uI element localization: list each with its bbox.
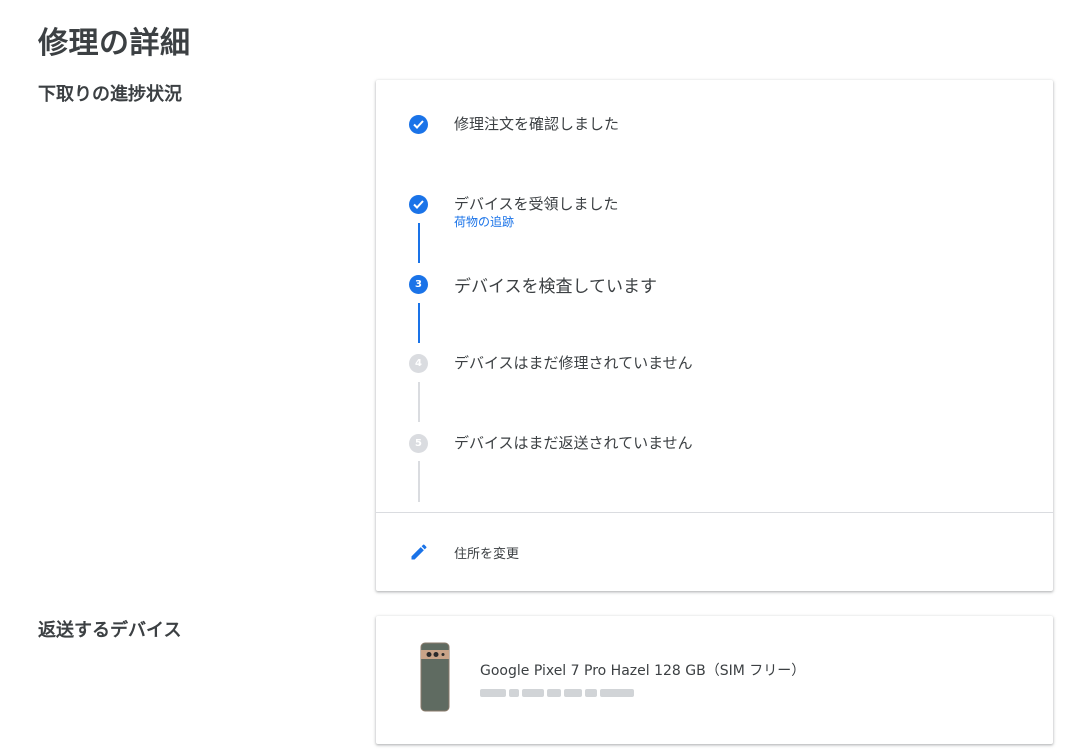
step-label: 修理注文を確認しました: [454, 115, 620, 133]
step-number-badge: 3: [409, 275, 428, 294]
track-package-link[interactable]: 荷物の追跡: [454, 213, 514, 230]
page-title: 修理の詳細: [38, 26, 191, 61]
step-number-badge: 4: [409, 354, 428, 373]
check-icon: [409, 115, 428, 134]
return-device-card: Google Pixel 7 Pro Hazel 128 GB（SIM フリー）: [376, 616, 1053, 744]
connector-4-5: [418, 461, 420, 502]
redacted-device-detail: [480, 682, 650, 697]
progress-step-1: 修理注文を確認しました: [376, 113, 1053, 137]
return-section-label: 返送するデバイス: [38, 620, 182, 641]
progress-step-2: デバイスを受領しました 荷物の追跡: [376, 193, 1053, 229]
progress-card: 修理注文を確認しました デバイスを受領しました 荷物の追跡 3 デバイスを検査し…: [376, 80, 1053, 591]
check-icon: [409, 195, 428, 214]
change-address-button[interactable]: 住所を変更: [376, 532, 1053, 572]
step-label: デバイスはまだ返送されていません: [454, 434, 693, 452]
device-name: Google Pixel 7 Pro Hazel 128 GB（SIM フリー）: [480, 663, 806, 679]
step-label: デバイスを検査しています: [454, 277, 657, 297]
connector-2-3: [418, 303, 420, 343]
phone-image: [420, 642, 450, 712]
divider: [376, 512, 1053, 513]
step-label: デバイスを受領しました: [454, 195, 619, 213]
change-address-label: 住所を変更: [454, 547, 520, 562]
connector-1-2: [418, 223, 420, 263]
progress-step-4: 4 デバイスはまだ修理されていません: [376, 352, 1053, 376]
edit-pencil-icon: [409, 542, 429, 562]
progress-section-label: 下取りの進捗状況: [38, 84, 182, 105]
connector-3-4: [418, 382, 420, 422]
progress-step-3: 3 デバイスを検査しています: [376, 273, 1053, 297]
step-label: デバイスはまだ修理されていません: [454, 354, 693, 372]
progress-step-5: 5 デバイスはまだ返送されていません: [376, 432, 1053, 456]
step-number-badge: 5: [409, 434, 428, 453]
